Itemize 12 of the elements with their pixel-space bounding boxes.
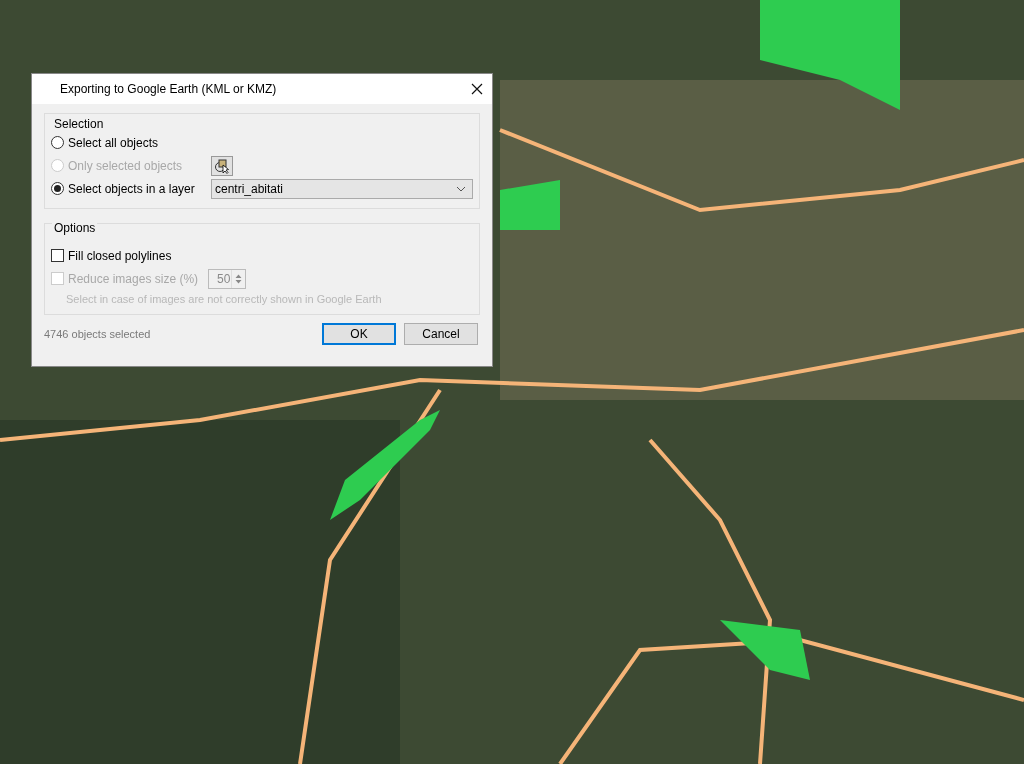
group-legend: Options — [52, 221, 98, 235]
checkbox-label: Reduce images size (%) — [68, 271, 199, 286]
radio-label: Only selected objects — [68, 158, 183, 173]
ok-button[interactable]: OK — [322, 323, 396, 345]
radio-label: Select all objects — [68, 135, 159, 150]
dialog-title: Exporting to Google Earth (KML or KMZ) — [60, 82, 277, 96]
group-legend: Selection — [52, 117, 106, 131]
layer-dropdown[interactable]: centri_abitati — [211, 178, 473, 199]
cancel-button[interactable]: Cancel — [404, 323, 478, 345]
radio-label: Select objects in a layer — [68, 181, 195, 196]
checkbox-label: Fill closed polylines — [68, 248, 172, 263]
status-text: 4746 objects selected — [44, 328, 151, 340]
